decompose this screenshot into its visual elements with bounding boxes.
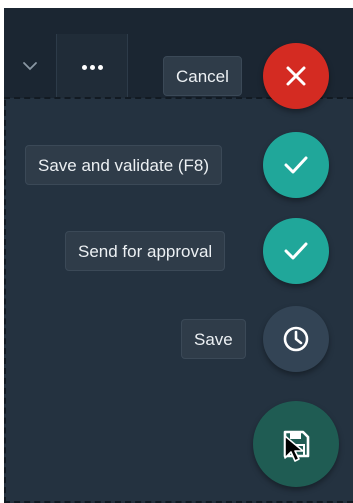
screen: Cancel Save and validate (F8) Send for a…: [0, 0, 353, 503]
save-validate-label[interactable]: Save and validate (F8): [25, 145, 223, 185]
close-icon: [286, 66, 306, 86]
save-button[interactable]: [263, 306, 329, 372]
clock-icon: [283, 326, 309, 352]
chevron-down-icon: [23, 62, 37, 71]
cancel-button[interactable]: [263, 43, 329, 109]
divider: [4, 100, 6, 503]
more-horizontal-icon: [80, 57, 104, 75]
save-label[interactable]: Save: [181, 319, 246, 359]
toolbar-more-button[interactable]: [56, 34, 128, 98]
check-icon: [284, 242, 308, 260]
app-panel: Cancel Save and validate (F8) Send for a…: [4, 8, 353, 503]
save-validate-button[interactable]: [263, 132, 329, 198]
main-save-fab[interactable]: [253, 401, 339, 487]
send-approval-button[interactable]: [263, 218, 329, 284]
check-icon: [284, 156, 308, 174]
toolbar-dropdown-button[interactable]: [4, 34, 56, 98]
cancel-label[interactable]: Cancel: [163, 56, 242, 96]
send-approval-label[interactable]: Send for approval: [65, 231, 226, 271]
mouse-pointer-icon: [284, 435, 304, 462]
